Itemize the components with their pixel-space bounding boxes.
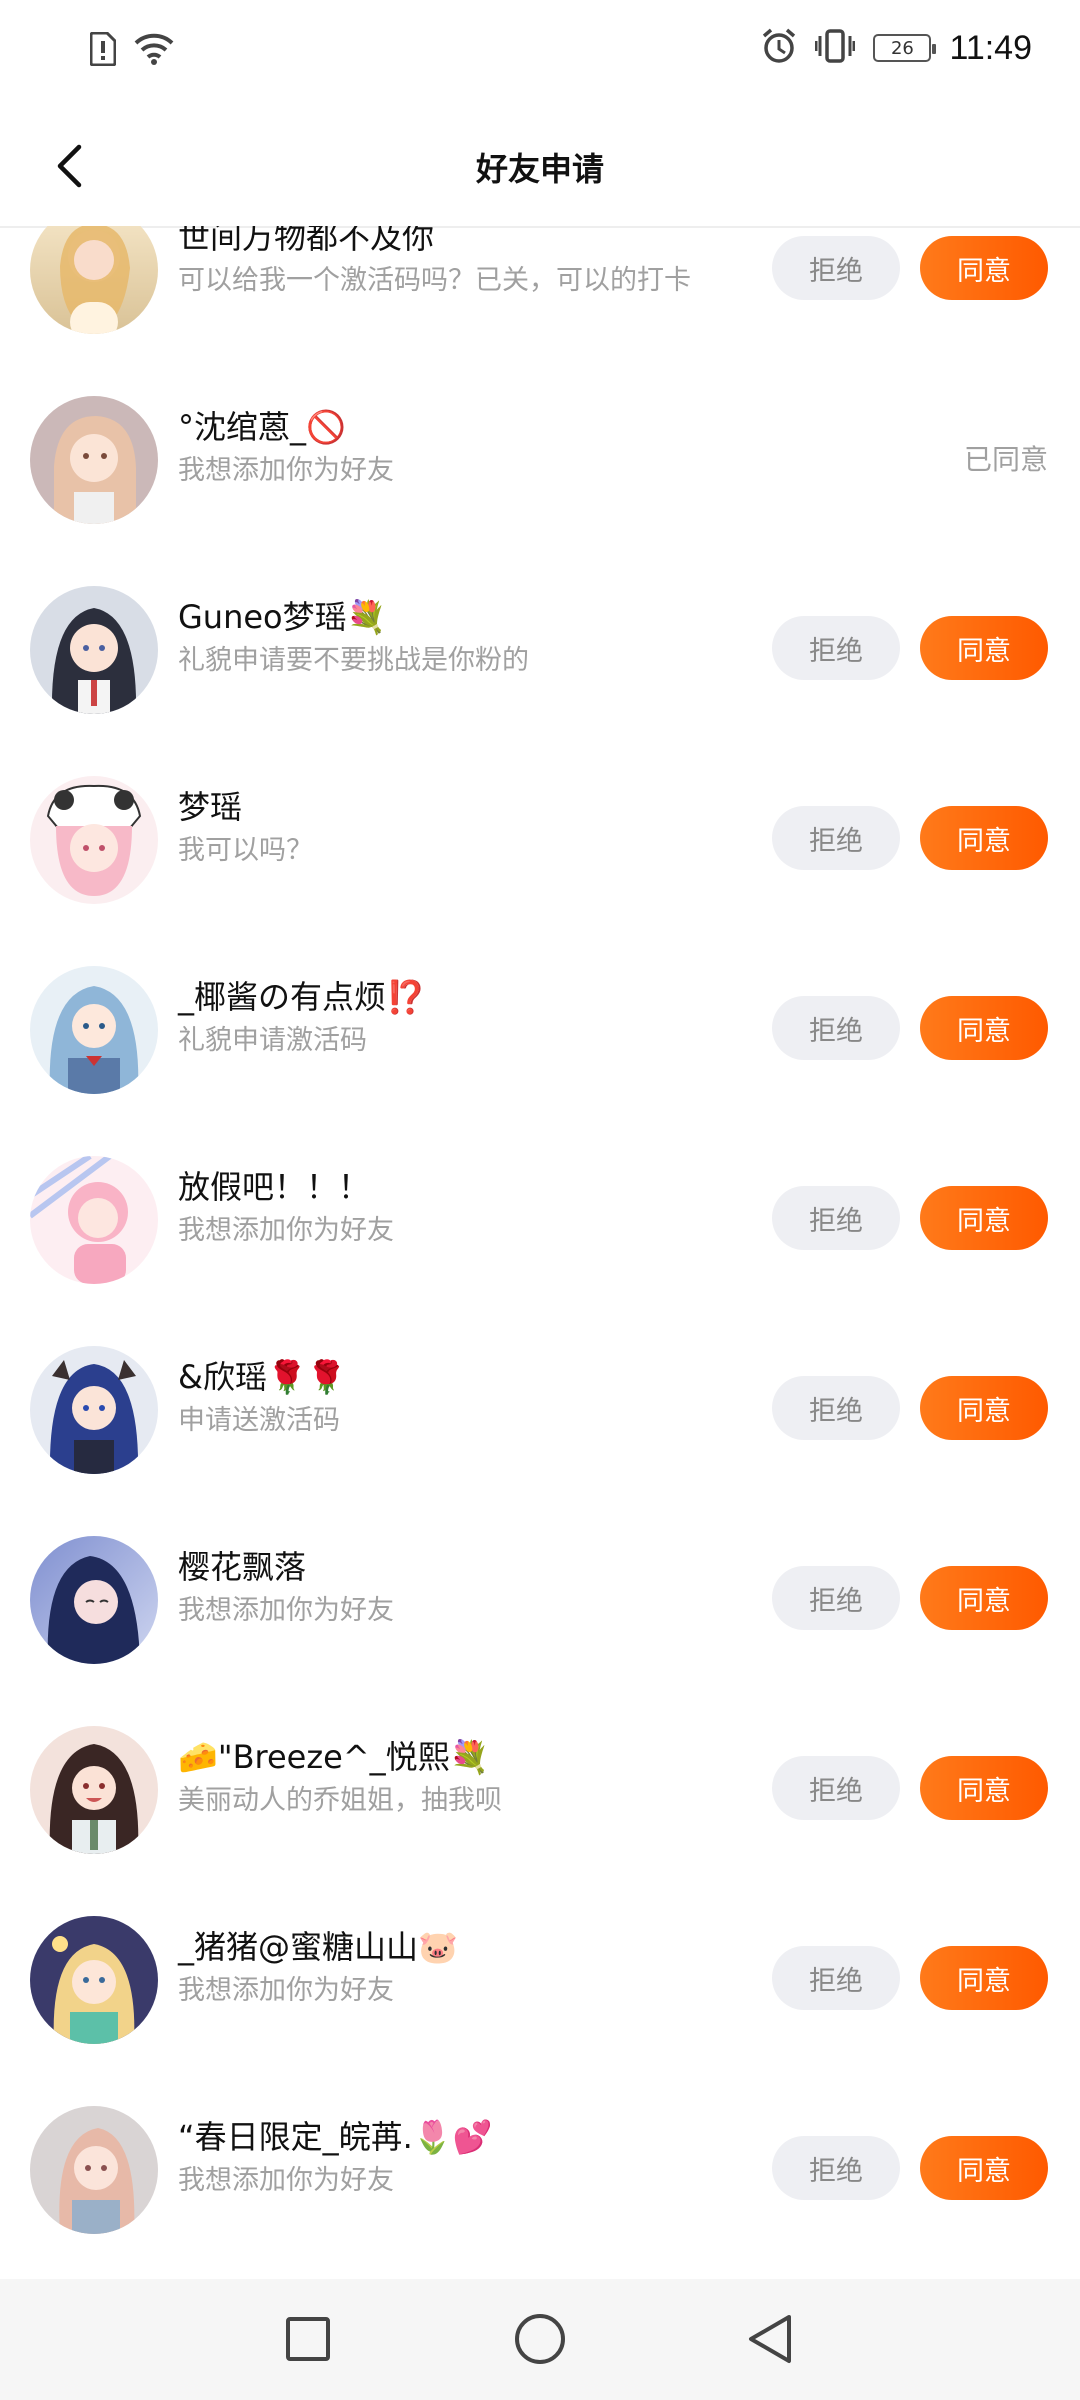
user-avatar[interactable] xyxy=(30,1156,158,1284)
request-name: _猪猪@蜜糖山山🐷 xyxy=(178,1928,458,1966)
request-message: 我可以吗？ xyxy=(178,835,313,866)
alert-icon xyxy=(89,31,117,70)
request-row: 梦瑶 我可以吗？ 拒绝 同意 xyxy=(0,744,1080,934)
reject-button[interactable]: 拒绝 xyxy=(772,1756,900,1820)
recent-apps-icon[interactable] xyxy=(278,2309,338,2369)
user-avatar[interactable] xyxy=(30,1916,158,2044)
reject-button[interactable]: 拒绝 xyxy=(772,806,900,870)
request-row: _椰酱の有点烦⁉️ 礼貌申请激活码 拒绝 同意 xyxy=(0,934,1080,1124)
user-avatar[interactable] xyxy=(30,1726,158,1854)
reject-button[interactable]: 拒绝 xyxy=(772,996,900,1060)
battery-icon: 26 xyxy=(873,34,937,62)
alarm-icon xyxy=(761,28,797,68)
accept-button[interactable]: 同意 xyxy=(920,1376,1048,1440)
accept-button[interactable]: 同意 xyxy=(920,1946,1048,2010)
accept-button[interactable]: 同意 xyxy=(920,806,1048,870)
request-name: 梦瑶 xyxy=(178,788,243,826)
user-avatar[interactable] xyxy=(30,226,158,334)
system-nav-bar xyxy=(0,2279,1080,2400)
request-row: “春日限定_皖苒.🌷💕 我想添加你为好友 拒绝 同意 xyxy=(0,2074,1080,2264)
request-row: °沈绾蒽_🚫 我想添加你为好友 已同意 xyxy=(0,364,1080,554)
request-message: 礼貌申请激活码 xyxy=(178,1025,367,1056)
request-name: 放假吧！！！ xyxy=(178,1168,371,1206)
user-avatar[interactable] xyxy=(30,586,158,714)
request-name: Guneo梦瑶💐 xyxy=(178,598,387,636)
user-avatar[interactable] xyxy=(30,1346,158,1474)
user-avatar[interactable] xyxy=(30,1536,158,1664)
reject-button[interactable]: 拒绝 xyxy=(772,2136,900,2200)
reject-button[interactable]: 拒绝 xyxy=(772,616,900,680)
reject-button[interactable]: 拒绝 xyxy=(772,1186,900,1250)
request-row: 樱花飘落 我想添加你为好友 拒绝 同意 xyxy=(0,1504,1080,1694)
user-avatar[interactable] xyxy=(30,396,158,524)
accept-button[interactable]: 同意 xyxy=(920,1186,1048,1250)
request-message: 我想添加你为好友 xyxy=(178,1975,394,2006)
request-name: “春日限定_皖苒.🌷💕 xyxy=(178,2118,493,2156)
accept-button[interactable]: 同意 xyxy=(920,1756,1048,1820)
accept-button[interactable]: 同意 xyxy=(920,1566,1048,1630)
request-row: 世间万物都不及你 可以给我一个激活码吗？已关，可以的打卡 拒绝 同意 xyxy=(0,226,1080,364)
request-row: _猪猪@蜜糖山山🐷 我想添加你为好友 拒绝 同意 xyxy=(0,1884,1080,2074)
user-avatar[interactable] xyxy=(30,776,158,904)
accepted-status: 已同意 xyxy=(963,443,1048,476)
wifi-icon xyxy=(134,33,174,69)
status-left xyxy=(89,31,174,70)
vibrate-icon xyxy=(814,28,856,68)
request-message: 申请送激活码 xyxy=(178,1405,340,1436)
reject-button[interactable]: 拒绝 xyxy=(772,236,900,300)
user-avatar[interactable] xyxy=(30,2106,158,2234)
request-message: 我想添加你为好友 xyxy=(178,1215,394,1246)
request-name: &欣瑶🌹🌹 xyxy=(178,1358,347,1396)
reject-button[interactable]: 拒绝 xyxy=(772,1946,900,2010)
request-row: &欣瑶🌹🌹 申请送激活码 拒绝 同意 xyxy=(0,1314,1080,1504)
request-row: 放假吧！！！ 我想添加你为好友 拒绝 同意 xyxy=(0,1124,1080,1314)
accept-button[interactable]: 同意 xyxy=(920,2136,1048,2200)
accept-button[interactable]: 同意 xyxy=(920,616,1048,680)
request-row: 🧀"Breeze^_悦熙💐 美丽动人的乔姐姐，抽我呗 拒绝 同意 xyxy=(0,1694,1080,1884)
request-message: 我想添加你为好友 xyxy=(178,2165,394,2196)
status-bar: 26 11:49 xyxy=(0,0,1080,104)
friend-request-list[interactable]: 世间万物都不及你 可以给我一个激活码吗？已关，可以的打卡 拒绝 同意 °沈绾蒽_… xyxy=(0,226,1080,2279)
request-message: 我想添加你为好友 xyxy=(178,455,394,486)
status-time: 11:49 xyxy=(949,28,1032,67)
request-name: °沈绾蒽_🚫 xyxy=(178,408,346,446)
request-message: 可以给我一个激活码吗？已关，可以的打卡 xyxy=(178,265,691,296)
reject-button[interactable]: 拒绝 xyxy=(772,1566,900,1630)
user-avatar[interactable] xyxy=(30,966,158,1094)
request-message: 礼貌申请要不要挑战是你粉的 xyxy=(178,645,529,676)
accept-button[interactable]: 同意 xyxy=(920,236,1048,300)
request-name: 世间万物都不及你 xyxy=(178,226,435,256)
page-title: 好友申请 xyxy=(475,150,604,188)
request-name: _椰酱の有点烦⁉️ xyxy=(178,978,426,1016)
request-message: 美丽动人的乔姐姐，抽我呗 xyxy=(178,1785,502,1816)
app-header: 好友申请 xyxy=(0,104,1080,228)
accept-button[interactable]: 同意 xyxy=(920,996,1048,1060)
home-icon[interactable] xyxy=(510,2309,570,2369)
request-message: 我想添加你为好友 xyxy=(178,1595,394,1626)
request-name: 樱花飘落 xyxy=(178,1548,307,1586)
status-right: 26 11:49 xyxy=(761,28,1032,68)
request-row: Guneo梦瑶💐 礼貌申请要不要挑战是你粉的 拒绝 同意 xyxy=(0,554,1080,744)
reject-button[interactable]: 拒绝 xyxy=(772,1376,900,1440)
request-name: 🧀"Breeze^_悦熙💐 xyxy=(178,1738,490,1776)
back-icon[interactable] xyxy=(740,2309,800,2369)
